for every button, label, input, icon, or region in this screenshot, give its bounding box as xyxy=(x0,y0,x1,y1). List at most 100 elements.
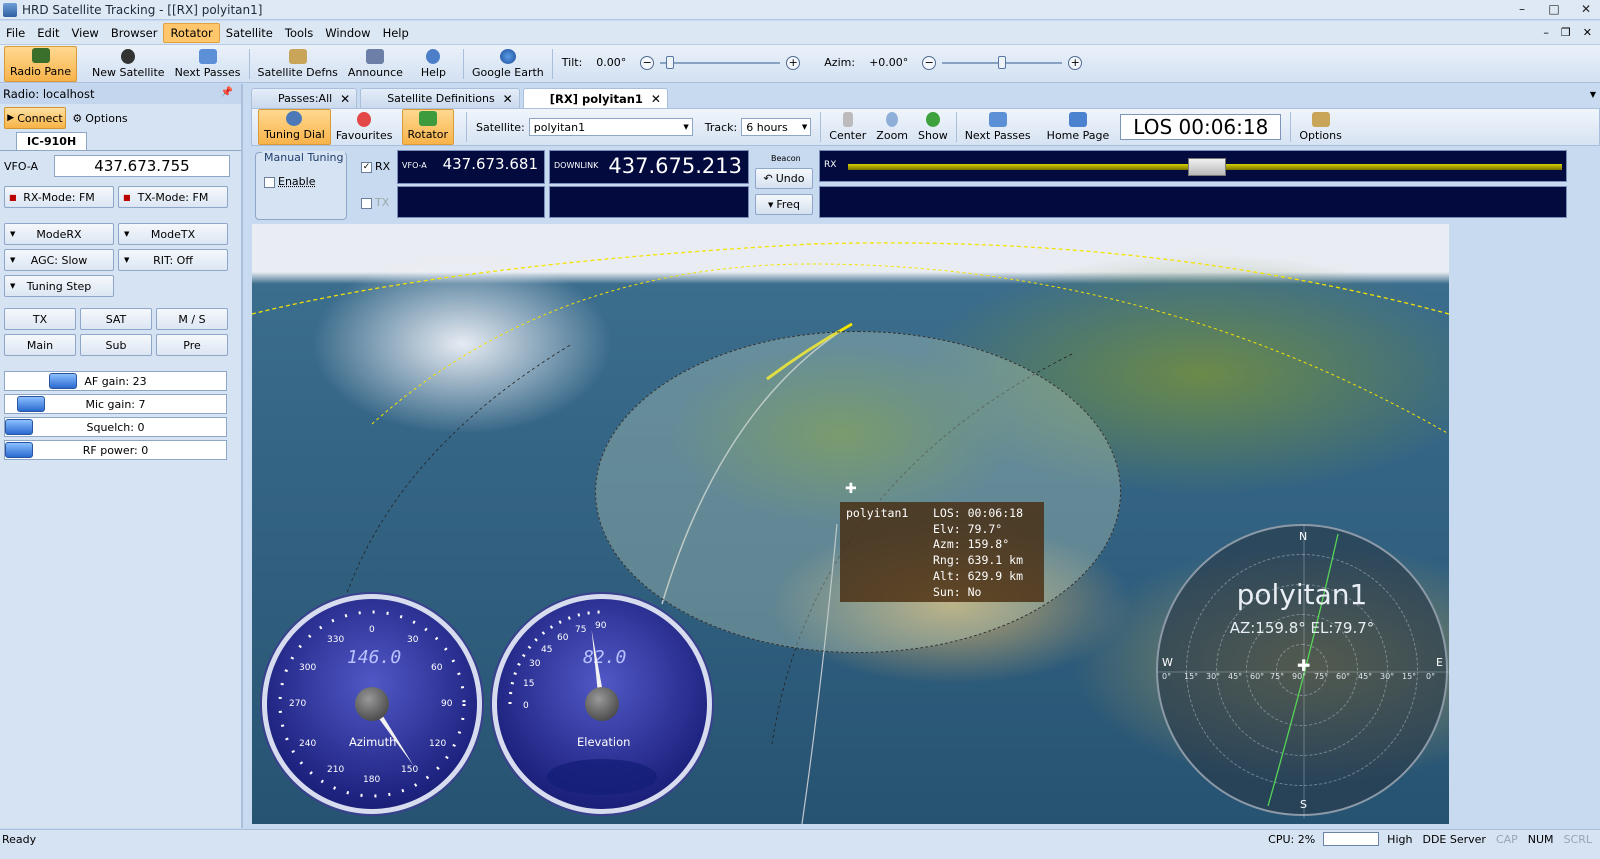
satellite-defns-button[interactable]: Satellite Defns xyxy=(253,46,343,82)
azim-minus-icon[interactable]: − xyxy=(922,55,937,70)
help-button[interactable]: Help xyxy=(416,46,451,82)
menu-view[interactable]: View xyxy=(66,24,105,42)
radar-deg: 30° xyxy=(1380,672,1395,681)
slider-knob[interactable] xyxy=(49,373,77,389)
tab-dropdown-icon[interactable]: ▼ xyxy=(1590,90,1596,99)
rit-button[interactable]: RIT: Off xyxy=(118,249,228,271)
satellite-marker-icon[interactable]: ✚ xyxy=(845,482,859,496)
zoom-button[interactable]: Zoom xyxy=(871,109,913,145)
menu-satellite[interactable]: Satellite xyxy=(220,24,279,42)
tx-mode-button[interactable]: ■ TX-Mode: FM xyxy=(118,186,228,208)
new-satellite-button[interactable]: New Satellite xyxy=(87,46,170,82)
tuning-row: Manual Tuning Enable ✓ RX TX VFO-A 437.67… xyxy=(251,148,1600,220)
vfo-frequency[interactable]: 437.673.755 xyxy=(54,155,230,177)
slider-knob[interactable] xyxy=(17,396,45,412)
checkbox-checked-icon[interactable]: ✓ xyxy=(361,161,372,173)
menu-file[interactable]: File xyxy=(0,24,31,42)
squelch-slider[interactable]: Squelch: 0 xyxy=(4,417,227,437)
satellite-selector: Satellite: polyitan1 xyxy=(470,109,699,145)
undo-button[interactable]: ↶ Undo xyxy=(755,168,813,189)
favourites-button[interactable]: Favourites xyxy=(331,109,398,145)
center-button[interactable]: Center xyxy=(824,109,871,145)
close-tab-icon[interactable]: ✕ xyxy=(651,92,661,106)
menu-browser[interactable]: Browser xyxy=(105,24,164,42)
rf-power-slider[interactable]: RF power: 0 xyxy=(4,440,227,460)
tuning-dial-button[interactable]: Tuning Dial xyxy=(258,109,331,145)
mdi-minimize-icon[interactable]: – xyxy=(1543,26,1549,39)
next-passes-button[interactable]: Next Passes xyxy=(170,46,246,82)
freq-button[interactable]: ▼ Freq xyxy=(755,194,813,215)
rotator-button[interactable]: Rotator xyxy=(401,109,454,145)
radio-pane-button[interactable]: Radio Pane xyxy=(4,46,78,82)
world-map[interactable]: ✚ polyitan1 LOS: 00:06:18 Elv: 79.7° Azm… xyxy=(252,224,1449,824)
slider-thumb[interactable] xyxy=(998,55,1007,69)
tab-rx-polyitan1[interactable]: [RX] polyitan1 ✕ xyxy=(522,88,668,108)
mdi-restore-icon[interactable]: ❐ xyxy=(1561,26,1571,39)
announce-button[interactable]: Announce xyxy=(343,46,408,82)
tx-button[interactable]: TX xyxy=(4,308,76,330)
close-tab-icon[interactable]: ✕ xyxy=(503,92,513,106)
pre-button[interactable]: Pre xyxy=(156,334,228,356)
slider-knob[interactable] xyxy=(5,442,33,458)
mic-gain-slider[interactable]: Mic gain: 7 xyxy=(4,394,227,414)
rx-level-thumb[interactable] xyxy=(1188,158,1226,176)
slider-track xyxy=(660,61,781,64)
next-passes-icon xyxy=(988,112,1007,127)
home-page-button[interactable]: Home Page xyxy=(1042,109,1115,145)
radar-deg: 45° xyxy=(1358,672,1373,681)
menu-edit[interactable]: Edit xyxy=(31,24,65,42)
rx-mode-button[interactable]: ■ RX-Mode: FM xyxy=(4,186,114,208)
main-button[interactable]: Main xyxy=(4,334,76,356)
next-passes-sat-button[interactable]: Next Passes xyxy=(960,109,1036,145)
menu-tools[interactable]: Tools xyxy=(279,24,319,42)
mdi-close-icon[interactable]: ✕ xyxy=(1583,26,1592,39)
track-combo[interactable]: 6 hours xyxy=(741,118,812,136)
menu-help[interactable]: Help xyxy=(377,24,415,42)
tilt-slider[interactable] xyxy=(660,55,781,70)
radio-tab[interactable]: IC-910H xyxy=(16,132,88,150)
agc-button[interactable]: AGC: Slow xyxy=(4,249,114,271)
checkbox-icon[interactable] xyxy=(361,197,372,209)
mode-rx-button[interactable]: ModeRX xyxy=(4,223,114,245)
tilt-minus-icon[interactable]: − xyxy=(640,55,655,70)
definitions-icon xyxy=(288,49,307,64)
undo-icon: ↶ xyxy=(763,172,773,185)
sat-options-button[interactable]: Options xyxy=(1294,109,1346,145)
tx-vfo-display xyxy=(397,186,545,218)
enable-checkbox[interactable]: Enable xyxy=(264,175,315,188)
slider-knob[interactable] xyxy=(5,419,33,435)
azim-slider[interactable] xyxy=(942,55,1063,70)
azimuth-label: Azimuth xyxy=(349,735,397,749)
slider-thumb[interactable] xyxy=(666,55,675,69)
tuning-step-button[interactable]: Tuning Step xyxy=(4,275,114,297)
tab-passes-all[interactable]: Passes:All ✕ xyxy=(251,88,358,108)
radar-deg: 75° xyxy=(1270,672,1285,681)
pin-icon[interactable]: 📌 xyxy=(221,87,233,98)
rx-checkbox[interactable]: ✓ RX xyxy=(361,160,390,173)
azimuth-hub xyxy=(355,687,389,721)
mode-tx-button[interactable]: ModeTX xyxy=(118,223,228,245)
status-cpu: CPU: 2% xyxy=(1268,832,1316,846)
close-icon[interactable]: ✕ xyxy=(1578,2,1594,16)
options-button[interactable]: ⚙ Options xyxy=(70,107,130,129)
tab-satellite-definitions[interactable]: Satellite Definitions ✕ xyxy=(360,88,520,108)
google-earth-button[interactable]: Google Earth xyxy=(467,46,549,82)
close-tab-icon[interactable]: ✕ xyxy=(340,92,350,106)
tilt-plus-icon[interactable]: + xyxy=(786,55,801,70)
azim-plus-icon[interactable]: + xyxy=(1068,55,1083,70)
tx-checkbox[interactable]: TX xyxy=(361,196,389,209)
checkbox-icon[interactable] xyxy=(264,176,275,188)
show-button[interactable]: Show xyxy=(913,109,953,145)
connect-button[interactable]: ▶ Connect xyxy=(4,107,66,129)
menu-rotator[interactable]: Rotator xyxy=(163,22,220,43)
menu-window[interactable]: Window xyxy=(319,24,376,42)
sat-button[interactable]: SAT xyxy=(80,308,152,330)
ms-button[interactable]: M / S xyxy=(156,308,228,330)
satellite-combo[interactable]: polyitan1 xyxy=(528,118,693,136)
sub-button[interactable]: Sub xyxy=(80,334,152,356)
af-gain-slider[interactable]: AF gain: 23 xyxy=(4,371,227,391)
minimize-icon[interactable]: – xyxy=(1514,2,1530,16)
maximize-icon[interactable]: □ xyxy=(1546,2,1562,16)
beacon-label: Beacon xyxy=(771,154,801,163)
radar-deg: 0° xyxy=(1426,672,1436,681)
